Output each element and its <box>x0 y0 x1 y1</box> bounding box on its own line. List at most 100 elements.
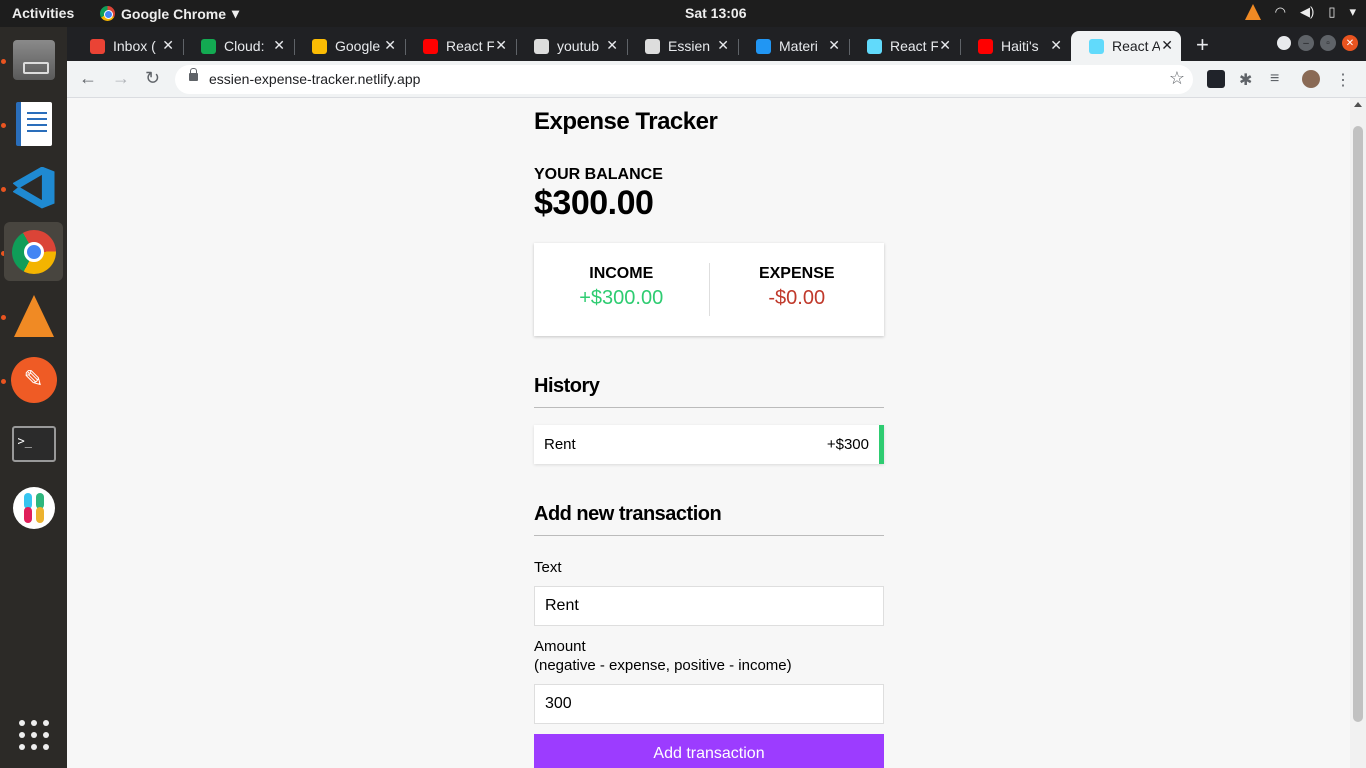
transaction-amount: +$300 <box>826 436 869 453</box>
tab-favicon-icon <box>1089 38 1104 54</box>
tab-label: Cloud: <box>224 38 265 54</box>
terminal-icon[interactable]: >_ <box>4 414 63 473</box>
browser-tab[interactable]: React A ✕ <box>1071 31 1181 61</box>
tab-favicon-icon <box>423 38 438 54</box>
media-control-icon[interactable]: ≡ <box>1270 70 1288 88</box>
app-menu[interactable]: Google Chrome ▾ <box>100 5 239 22</box>
system-top-bar: Activities Google Chrome ▾ Sat 13:06 ◠ ◀… <box>0 0 1366 27</box>
scroll-up-icon[interactable] <box>1354 102 1362 107</box>
income-value: +$300.00 <box>579 287 664 309</box>
tab-label: Google <box>335 38 381 54</box>
tab-label: Inbox ( <box>113 38 156 54</box>
reload-icon[interactable]: ↻ <box>145 68 160 89</box>
activities-button[interactable]: Activities <box>12 5 74 21</box>
tab-label: Essien <box>668 38 711 54</box>
browser-tab[interactable]: youtub ✕ <box>516 31 626 61</box>
amount-input[interactable] <box>534 684 884 724</box>
tab-close-icon[interactable]: ✕ <box>384 37 396 54</box>
profile-avatar[interactable] <box>1302 70 1320 88</box>
tab-favicon-icon <box>201 38 216 54</box>
balance-value: $300.00 <box>534 184 654 222</box>
scroll-thumb[interactable] <box>1353 126 1363 722</box>
chevron-down-icon: ▾ <box>1349 4 1356 19</box>
vscode-icon[interactable] <box>4 158 63 217</box>
url-text[interactable]: essien-expense-tracker.netlify.app <box>209 71 420 87</box>
tab-favicon-icon <box>978 38 993 54</box>
files-icon[interactable] <box>4 30 63 89</box>
tab-strip: + – ▫ ✕ Inbox (✕ Cloud: ✕ Google ✕ React F ✕ yo… <box>67 27 1366 61</box>
tab-close-icon[interactable]: ✕ <box>162 37 174 54</box>
dock: ✎ >_ <box>0 27 67 768</box>
chevron-down-icon: ▾ <box>232 5 240 21</box>
app-menu-label: Google Chrome <box>121 5 227 22</box>
browser-tab[interactable]: Materi ✕ <box>738 31 848 61</box>
tab-close-icon[interactable]: ✕ <box>1050 37 1062 54</box>
tab-favicon-icon <box>90 38 105 54</box>
tab-close-icon[interactable]: ✕ <box>939 37 951 54</box>
address-bar[interactable]: essien-expense-tracker.netlify.app ☆ <box>175 65 1193 94</box>
tab-favicon-icon <box>312 38 327 54</box>
add-transaction-button[interactable]: Add transaction <box>534 734 884 768</box>
close-window-icon[interactable]: ✕ <box>1342 35 1358 51</box>
tab-close-icon[interactable]: ✕ <box>495 37 507 54</box>
tab-close-icon[interactable]: ✕ <box>606 37 618 54</box>
volume-icon: ◀) <box>1299 4 1315 19</box>
new-tab-button[interactable]: + <box>1196 32 1209 58</box>
clock[interactable]: Sat 13:06 <box>685 5 746 21</box>
balance-label: YOUR BALANCE <box>534 166 663 183</box>
amount-hint: (negative - expense, positive - income) <box>534 657 792 674</box>
tab-favicon-icon <box>645 38 660 54</box>
list-item[interactable]: Rent +$300 <box>534 425 884 464</box>
tab-label: React F <box>446 38 494 54</box>
tab-label: Haiti's <box>1001 38 1039 54</box>
income-column: INCOME +$300.00 <box>534 243 709 336</box>
text-label: Text <box>534 559 562 576</box>
show-apps-icon[interactable] <box>4 705 63 764</box>
tab-close-icon[interactable]: ✕ <box>717 37 729 54</box>
chrome-icon <box>100 6 115 21</box>
browser-tab[interactable]: Google ✕ <box>294 31 404 61</box>
tab-favicon-icon <box>756 38 771 54</box>
system-tray[interactable]: ◠ ◀) ▯ ▾ <box>1244 4 1356 20</box>
text-input[interactable] <box>534 586 884 626</box>
battery-icon: ▯ <box>1328 4 1336 19</box>
browser-tab[interactable]: Haiti's ✕ <box>960 31 1070 61</box>
libreoffice-writer-icon[interactable] <box>4 94 63 153</box>
forward-icon[interactable]: → <box>112 68 130 89</box>
browser-tab[interactable]: Cloud: ✕ <box>183 31 293 61</box>
slack-icon[interactable] <box>4 478 63 537</box>
tab-label: React F <box>890 38 938 54</box>
add-transaction-title: Add new transaction <box>534 503 884 536</box>
lock-icon[interactable] <box>189 68 198 81</box>
income-expense-card: INCOME +$300.00 EXPENSE -$0.00 <box>534 243 884 336</box>
menu-icon[interactable]: ⋮ <box>1335 70 1353 89</box>
minimize-icon[interactable]: – <box>1298 35 1314 51</box>
react-devtools-icon[interactable] <box>1207 70 1225 88</box>
tab-close-icon[interactable]: ✕ <box>273 37 285 54</box>
tab-close-icon[interactable]: ✕ <box>828 37 840 54</box>
wifi-icon: ◠ <box>1274 4 1286 19</box>
vlc-icon[interactable] <box>4 286 63 345</box>
tab-close-icon[interactable]: ✕ <box>1161 37 1173 54</box>
postman-icon[interactable]: ✎ <box>4 350 63 409</box>
tab-label: youtub <box>557 38 600 54</box>
page-scrollbar[interactable] <box>1350 98 1366 768</box>
browser-tab[interactable]: Essien ✕ <box>627 31 737 61</box>
chrome-icon[interactable] <box>4 222 63 281</box>
expense-column: EXPENSE -$0.00 <box>710 243 885 336</box>
expense-value: -$0.00 <box>768 287 826 309</box>
browser-tab[interactable]: React F ✕ <box>405 31 515 61</box>
tab-label: React A <box>1112 38 1160 54</box>
bookmark-star-icon[interactable]: ☆ <box>1169 68 1185 89</box>
back-icon[interactable]: ← <box>79 68 97 89</box>
tab-label: Materi <box>779 38 818 54</box>
extensions-icon[interactable]: ✱ <box>1239 70 1257 89</box>
window-controls: – ▫ ✕ <box>1298 35 1358 51</box>
history-title: History <box>534 375 884 408</box>
browser-tab[interactable]: Inbox ( ✕ <box>72 31 182 61</box>
page-title: Expense Tracker <box>534 108 718 135</box>
vlc-tray-icon[interactable] <box>1244 4 1261 20</box>
tab-search-icon[interactable] <box>1277 36 1291 50</box>
maximize-icon[interactable]: ▫ <box>1320 35 1336 51</box>
browser-tab[interactable]: React F ✕ <box>849 31 959 61</box>
